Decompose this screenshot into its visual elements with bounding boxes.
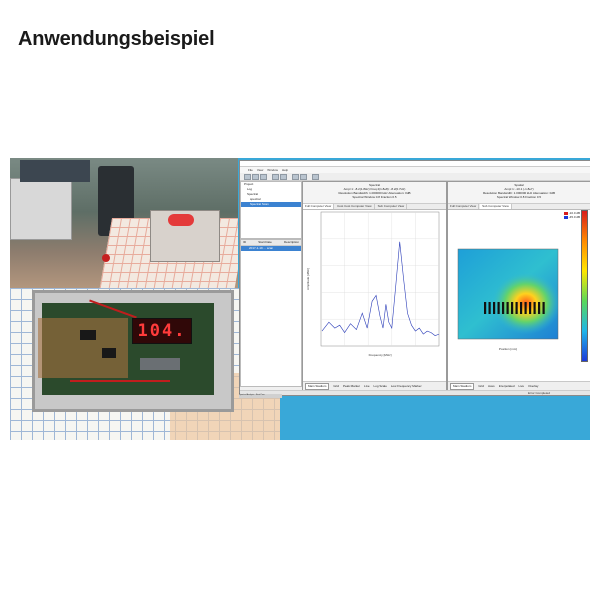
ic-chip [102,348,116,358]
x-axis-label: Position [mm] [499,347,517,351]
page-title: Anwendungsbeispiel [18,28,215,50]
option-grid[interactable]: Grid [333,384,339,388]
component-pin [493,302,496,314]
option-live[interactable]: Live [364,384,370,388]
color-scale [581,210,588,362]
wire [70,380,170,382]
component-pin [488,302,491,314]
legend-swatch [563,215,568,219]
red-light [168,214,194,226]
option-grid[interactable]: Grid [478,384,484,388]
project-tree: Project Log Spectral spectral Spectral S… [240,181,302,239]
component-pin [524,302,527,314]
component-pin [497,302,500,314]
list-item[interactable]: 2017-1-19 ... scan [241,246,301,251]
application-example-image: 104. File View Window Help Project Log S… [10,158,590,440]
option-live[interactable]: Live [519,384,525,388]
component-pin [506,302,509,314]
save-icon[interactable] [260,174,267,180]
column-id[interactable]: ID [243,240,246,245]
component-pin [511,302,514,314]
ic-chip [80,330,96,340]
run-icon[interactable] [272,174,279,180]
connector [140,358,180,370]
seven-segment-display: 104. [132,318,192,344]
menu-help[interactable]: Help [282,168,288,172]
spectral-pane: Spectral Ampl 1: -8.2(1.8Hz) Freq 2(1.8e… [302,181,447,391]
menu-file[interactable]: File [248,168,253,172]
legend-min: -45.0 dB [568,215,580,219]
component-pin [533,302,536,314]
component-pin [520,302,523,314]
heatmap-chart: Position [mm] [457,248,559,351]
component-pin [529,302,532,314]
option-overlay[interactable]: Overlay [528,384,538,388]
option-low-frequency-marker[interactable]: Low Frequency Marker [391,384,422,388]
column-start-date[interactable]: Start Date [258,240,272,245]
component-pin [515,302,518,314]
tree-item-selected[interactable]: Spectral Scan [241,202,301,207]
lab-monitor [20,160,90,182]
window-titlebar [240,161,590,167]
option-axes[interactable]: Axes [488,384,495,388]
view-select[interactable]: Main Stadium [305,382,330,390]
component-pin [538,302,541,314]
analysis-software-window: File View Window Help Project Log Spectr… [239,160,590,396]
x-axis-label: Frequency [MHz] [369,353,392,357]
spatial-info: Spectral Window 0.8 Fraction 0.5 [496,195,542,199]
spatial-header: Spatial Ampl 1: -10.1 (-1.8e7) Resolutio… [448,182,590,204]
column-description[interactable]: Description [284,240,299,245]
y-axis-label: Amplitude [dBm] [306,268,310,290]
menu-window[interactable]: Window [267,168,278,172]
option-interpolated[interactable]: Interpolated [499,384,515,388]
menu-view[interactable]: View [257,168,263,172]
heatmap-hotspot [458,249,558,339]
export-icon[interactable] [312,174,319,180]
lab-photo [10,158,238,293]
component-pin [502,302,505,314]
spectral-header: Spectral Ampl 1: -8.2(1.8Hz) Freq 2(1.8e… [303,182,446,204]
component-pin [484,302,487,314]
view-select[interactable]: Main Stadium [450,382,475,390]
spectral-options: Main Stadium Grid Peak Marker Live Log S… [303,381,446,390]
scan-list: ID Start Date Description 2017-1-19 ... … [240,239,302,387]
probe-tip [102,254,110,262]
spectral-info: Spectral Window 0.8 Fraction 0.5 [352,195,397,199]
settings-icon[interactable] [300,174,307,180]
spatial-pane: Spatial Ampl 1: -10.1 (-1.8e7) Resolutio… [447,181,590,391]
toolbar [240,173,590,181]
option-log-scale[interactable]: Log Scale [374,384,387,388]
status-bar: Error Completed [240,390,590,395]
stop-icon[interactable] [280,174,287,180]
taskbar-item[interactable]: Spectral Analysis - Best Prev [239,394,282,398]
open-icon[interactable] [252,174,259,180]
component-pin [542,302,545,314]
option-peak-marker[interactable]: Peak Marker [343,384,360,388]
new-icon[interactable] [244,174,251,180]
lab-instrument [10,178,72,240]
spatial-options: Main Stadium Grid Axes Interpolated Live… [448,381,590,390]
color-legend: -10.0 dB -45.0 dB [563,211,580,219]
zoom-icon[interactable] [292,174,299,180]
spectrum-chart: Amplitude [dBm] Frequency [MHz] [306,211,440,357]
